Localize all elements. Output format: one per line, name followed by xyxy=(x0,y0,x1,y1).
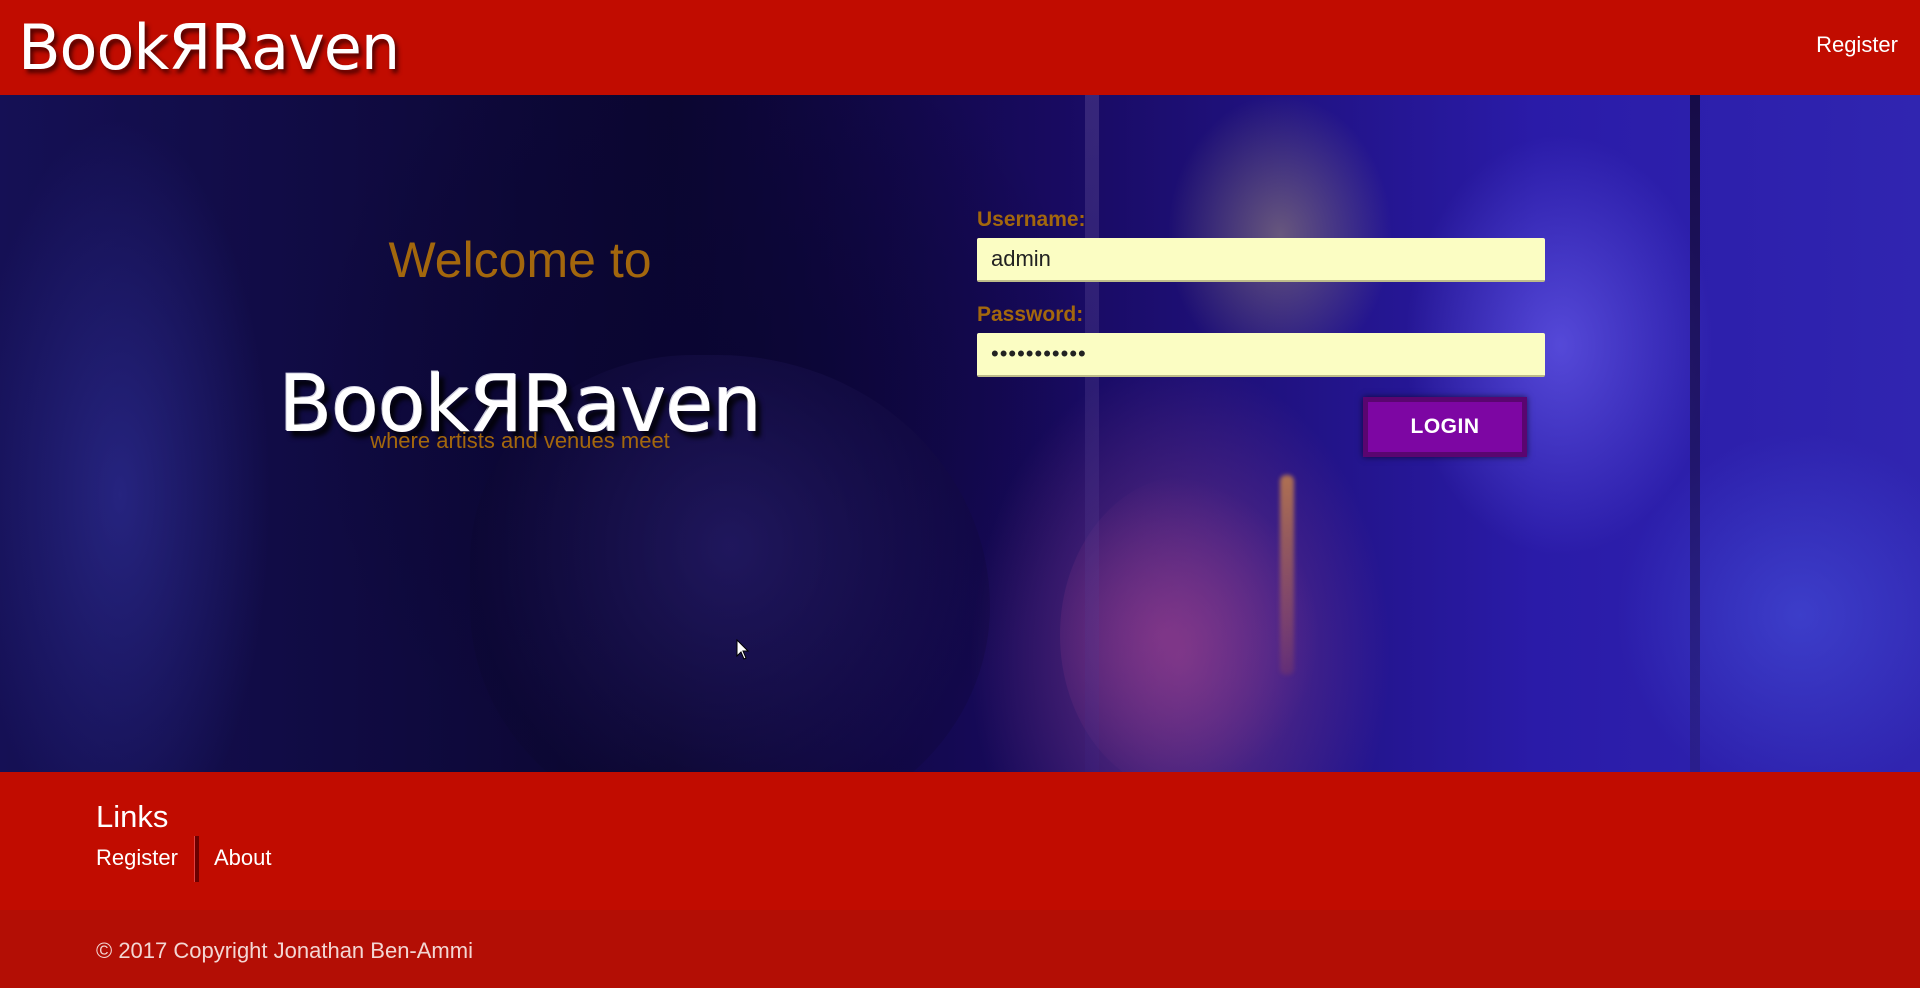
footer-divider xyxy=(194,836,199,882)
copyright-text: © 2017 Copyright Jonathan Ben-Ammi xyxy=(96,938,473,963)
footer: Links Register About xyxy=(0,772,1920,910)
footer-register-link[interactable]: Register xyxy=(96,845,178,871)
hero-section: Welcome to BookЯRaven where artists and … xyxy=(0,95,1920,772)
background-lights xyxy=(1280,475,1294,675)
password-label: Password: xyxy=(977,303,1084,326)
hero-logo: BookЯRaven xyxy=(278,360,762,450)
username-label: Username: xyxy=(977,208,1086,231)
background-pole xyxy=(1690,95,1700,772)
footer-links-title: Links xyxy=(96,799,169,834)
username-input[interactable] xyxy=(977,238,1545,282)
background-pole xyxy=(1085,95,1099,772)
hero-tagline: where artists and venues meet xyxy=(370,428,670,453)
nav-register-link[interactable]: Register xyxy=(1816,32,1898,58)
copyright-bar: © 2017 Copyright Jonathan Ben-Ammi xyxy=(0,910,1920,988)
login-button[interactable]: LOGIN xyxy=(1363,397,1527,457)
top-navbar: BookЯRaven Register xyxy=(0,0,1920,95)
brand-logo[interactable]: BookЯRaven xyxy=(18,10,400,86)
password-input[interactable] xyxy=(977,333,1545,377)
welcome-heading: Welcome to xyxy=(388,232,652,288)
footer-about-link[interactable]: About xyxy=(214,845,272,871)
